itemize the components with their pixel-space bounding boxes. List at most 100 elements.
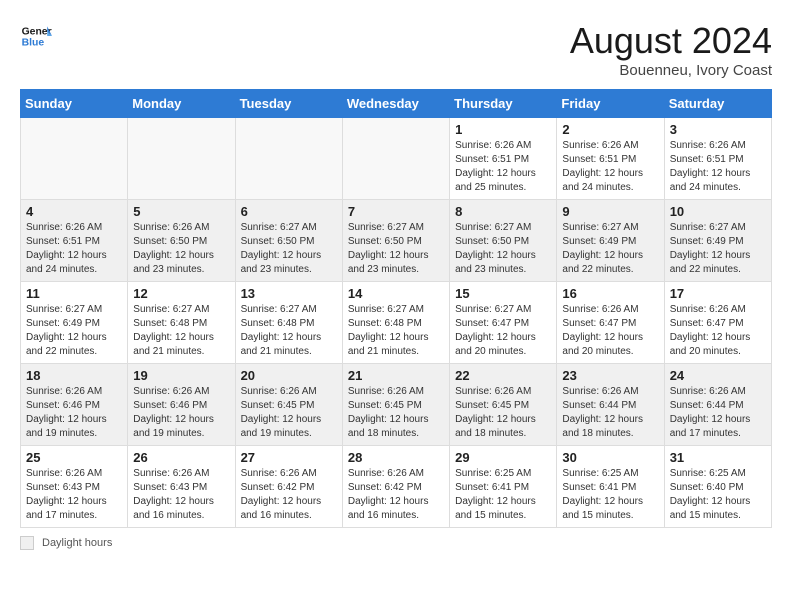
cell-text: Sunrise: 6:26 AM Sunset: 6:42 PM Dayligh… <box>241 467 337 523</box>
calendar-cell: 11 Sunrise: 6:27 AM Sunset: 6:49 PM Dayli… <box>21 282 128 364</box>
calendar-cell: 23 Sunrise: 6:26 AM Sunset: 6:44 PM Dayli… <box>557 364 664 446</box>
cell-text: Sunrise: 6:26 AM Sunset: 6:47 PM Dayligh… <box>670 303 766 359</box>
cell-text: Sunrise: 6:26 AM Sunset: 6:44 PM Dayligh… <box>670 385 766 441</box>
calendar-cell: 7 Sunrise: 6:27 AM Sunset: 6:50 PM Daylig… <box>342 200 449 282</box>
calendar-cell: 5 Sunrise: 6:26 AM Sunset: 6:50 PM Daylig… <box>128 200 235 282</box>
calendar-cell: 31 Sunrise: 6:25 AM Sunset: 6:40 PM Dayli… <box>664 446 771 528</box>
weekday-header-friday: Friday <box>557 90 664 118</box>
calendar-cell: 16 Sunrise: 6:26 AM Sunset: 6:47 PM Dayli… <box>557 282 664 364</box>
day-number: 19 <box>133 368 229 383</box>
weekday-header-saturday: Saturday <box>664 90 771 118</box>
day-number: 6 <box>241 204 337 219</box>
calendar-cell: 6 Sunrise: 6:27 AM Sunset: 6:50 PM Daylig… <box>235 200 342 282</box>
week-row-1: 1 Sunrise: 6:26 AM Sunset: 6:51 PM Daylig… <box>21 118 772 200</box>
day-number: 24 <box>670 368 766 383</box>
day-number: 13 <box>241 286 337 301</box>
day-number: 2 <box>562 122 658 137</box>
logo-icon: General Blue <box>20 20 52 52</box>
location: Bouenneu, Ivory Coast <box>570 62 772 79</box>
svg-text:Blue: Blue <box>22 38 45 49</box>
day-number: 8 <box>455 204 551 219</box>
calendar-cell: 8Sunrise: 6:27 AM Sunset: 6:50 PM Daylig… <box>450 200 557 282</box>
calendar-cell: 15 Sunrise: 6:27 AM Sunset: 6:47 PM Dayli… <box>450 282 557 364</box>
day-number: 17 <box>670 286 766 301</box>
cell-text: Sunrise: 6:26 AM Sunset: 6:47 PM Dayligh… <box>562 303 658 359</box>
day-number: 31 <box>670 450 766 465</box>
calendar-cell <box>342 118 449 200</box>
day-number: 16 <box>562 286 658 301</box>
cell-text: Sunrise: 6:26 AM Sunset: 6:42 PM Dayligh… <box>348 467 444 523</box>
title-block: August 2024 Bouenneu, Ivory Coast <box>570 20 772 79</box>
day-number: 3 <box>670 122 766 137</box>
day-number: 28 <box>348 450 444 465</box>
cell-text: Sunrise: 6:27 AM Sunset: 6:50 PM Dayligh… <box>241 221 337 277</box>
calendar-cell: 9 Sunrise: 6:27 AM Sunset: 6:49 PM Daylig… <box>557 200 664 282</box>
calendar-cell: 4Sunrise: 6:26 AM Sunset: 6:51 PM Daylig… <box>21 200 128 282</box>
calendar-cell: 22 Sunrise: 6:26 AM Sunset: 6:45 PM Dayli… <box>450 364 557 446</box>
cell-text: Sunrise: 6:27 AM Sunset: 6:47 PM Dayligh… <box>455 303 551 359</box>
cell-text: Sunrise: 6:26 AM Sunset: 6:46 PM Dayligh… <box>26 385 122 441</box>
calendar-cell: 12Sunrise: 6:27 AM Sunset: 6:48 PM Dayli… <box>128 282 235 364</box>
calendar-cell: 28 Sunrise: 6:26 AM Sunset: 6:42 PM Dayli… <box>342 446 449 528</box>
cell-text: Sunrise: 6:26 AM Sunset: 6:50 PM Dayligh… <box>133 221 229 277</box>
cell-text: Sunrise: 6:27 AM Sunset: 6:50 PM Dayligh… <box>348 221 444 277</box>
cell-text: Sunrise: 6:26 AM Sunset: 6:43 PM Dayligh… <box>26 467 122 523</box>
cell-text: Sunrise: 6:27 AM Sunset: 6:49 PM Dayligh… <box>26 303 122 359</box>
cell-text: Sunrise: 6:26 AM Sunset: 6:45 PM Dayligh… <box>348 385 444 441</box>
cell-text: Sunrise: 6:26 AM Sunset: 6:44 PM Dayligh… <box>562 385 658 441</box>
logo: General Blue <box>20 20 52 52</box>
calendar-cell: 3 Sunrise: 6:26 AM Sunset: 6:51 PM Daylig… <box>664 118 771 200</box>
cell-text: Sunrise: 6:27 AM Sunset: 6:48 PM Dayligh… <box>348 303 444 359</box>
day-number: 30 <box>562 450 658 465</box>
cell-text: Sunrise: 6:27 AM Sunset: 6:49 PM Dayligh… <box>562 221 658 277</box>
day-number: 14 <box>348 286 444 301</box>
calendar-cell: 26Sunrise: 6:26 AM Sunset: 6:43 PM Dayli… <box>128 446 235 528</box>
calendar-cell: 27 Sunrise: 6:26 AM Sunset: 6:42 PM Dayli… <box>235 446 342 528</box>
day-number: 25 <box>26 450 122 465</box>
day-number: 20 <box>241 368 337 383</box>
weekday-header-monday: Monday <box>128 90 235 118</box>
day-number: 29 <box>455 450 551 465</box>
cell-text: Sunrise: 6:25 AM Sunset: 6:40 PM Dayligh… <box>670 467 766 523</box>
weekday-header-sunday: Sunday <box>21 90 128 118</box>
day-number: 1 <box>455 122 551 137</box>
day-number: 10 <box>670 204 766 219</box>
weekday-header-tuesday: Tuesday <box>235 90 342 118</box>
calendar-cell: 2 Sunrise: 6:26 AM Sunset: 6:51 PM Daylig… <box>557 118 664 200</box>
cell-text: Sunrise: 6:26 AM Sunset: 6:51 PM Dayligh… <box>26 221 122 277</box>
calendar-cell: 21 Sunrise: 6:26 AM Sunset: 6:45 PM Dayli… <box>342 364 449 446</box>
day-number: 9 <box>562 204 658 219</box>
calendar-cell: 29 Sunrise: 6:25 AM Sunset: 6:41 PM Dayli… <box>450 446 557 528</box>
calendar-cell: 24 Sunrise: 6:26 AM Sunset: 6:44 PM Dayli… <box>664 364 771 446</box>
cell-text: Sunrise: 6:27 AM Sunset: 6:48 PM Dayligh… <box>133 303 229 359</box>
weekday-header-wednesday: Wednesday <box>342 90 449 118</box>
calendar-cell: 30Sunrise: 6:25 AM Sunset: 6:41 PM Dayli… <box>557 446 664 528</box>
cell-text: Sunrise: 6:26 AM Sunset: 6:51 PM Dayligh… <box>455 139 551 195</box>
day-number: 27 <box>241 450 337 465</box>
day-number: 11 <box>26 286 122 301</box>
cell-text: Sunrise: 6:26 AM Sunset: 6:45 PM Dayligh… <box>241 385 337 441</box>
week-row-3: 11 Sunrise: 6:27 AM Sunset: 6:49 PM Dayli… <box>21 282 772 364</box>
calendar-cell: 10Sunrise: 6:27 AM Sunset: 6:49 PM Dayli… <box>664 200 771 282</box>
cell-text: Sunrise: 6:26 AM Sunset: 6:45 PM Dayligh… <box>455 385 551 441</box>
cell-text: Sunrise: 6:26 AM Sunset: 6:51 PM Dayligh… <box>670 139 766 195</box>
day-number: 7 <box>348 204 444 219</box>
week-row-2: 4Sunrise: 6:26 AM Sunset: 6:51 PM Daylig… <box>21 200 772 282</box>
cell-text: Sunrise: 6:26 AM Sunset: 6:43 PM Dayligh… <box>133 467 229 523</box>
calendar-cell: 18 Sunrise: 6:26 AM Sunset: 6:46 PM Dayli… <box>21 364 128 446</box>
day-number: 23 <box>562 368 658 383</box>
cell-text: Sunrise: 6:26 AM Sunset: 6:51 PM Dayligh… <box>562 139 658 195</box>
cell-text: Sunrise: 6:25 AM Sunset: 6:41 PM Dayligh… <box>455 467 551 523</box>
day-number: 15 <box>455 286 551 301</box>
day-number: 5 <box>133 204 229 219</box>
calendar-cell: 17 Sunrise: 6:26 AM Sunset: 6:47 PM Dayli… <box>664 282 771 364</box>
calendar-cell: 25 Sunrise: 6:26 AM Sunset: 6:43 PM Dayli… <box>21 446 128 528</box>
day-number: 18 <box>26 368 122 383</box>
footer-legend: Daylight hours <box>20 536 772 550</box>
calendar-cell: 13Sunrise: 6:27 AM Sunset: 6:48 PM Dayli… <box>235 282 342 364</box>
calendar-cell: 19Sunrise: 6:26 AM Sunset: 6:46 PM Dayli… <box>128 364 235 446</box>
day-number: 21 <box>348 368 444 383</box>
calendar-table: SundayMondayTuesdayWednesdayThursdayFrid… <box>20 89 772 528</box>
legend-label: Daylight hours <box>42 537 112 549</box>
day-number: 22 <box>455 368 551 383</box>
